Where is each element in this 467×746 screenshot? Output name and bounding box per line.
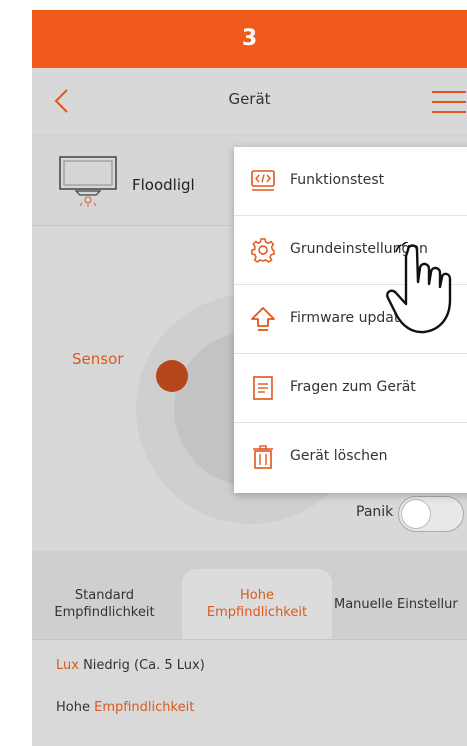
floodlight-device-icon (59, 156, 117, 207)
tab-label-line2: Empfindlichkeit (206, 605, 308, 620)
page-title: Gerät (228, 90, 271, 108)
tab-manual-settings[interactable]: Manuelle Einstellur (334, 569, 467, 639)
tab-label-line1: Standard (74, 588, 135, 603)
tab-label-line1: Hohe (240, 588, 274, 603)
menu-item-label: Fragen zum Gerät (290, 379, 416, 395)
tab-high-sensitivity[interactable]: Hohe Empfindlichkeit (182, 569, 332, 639)
arrow-up-icon (251, 307, 275, 331)
screen-frame: 3 Gerät Floodligl Sensor Panik Standard … (32, 10, 467, 746)
sensitivity-info: Hohe Empfindlichkeit (56, 700, 194, 715)
trash-icon (253, 445, 273, 469)
gear-icon (251, 238, 275, 263)
sensor-handle[interactable] (156, 360, 188, 392)
panik-toggle-knob (401, 499, 431, 529)
document-icon (253, 376, 273, 400)
lux-value: Niedrig (Ca. 5 Lux) (78, 658, 205, 673)
code-icon (251, 170, 275, 191)
sensitivity-tabs: Standard Empfindlichkeit Hohe Empfindlic… (32, 551, 467, 640)
tab-standard-sensitivity[interactable]: Standard Empfindlichkeit (32, 569, 177, 639)
sensor-label: Sensor (72, 350, 124, 368)
nav-bar: Gerät (32, 68, 467, 135)
panik-label: Panik (356, 504, 394, 520)
step-number: 3 (241, 26, 258, 51)
menu-item-label: Funktionstest (290, 172, 385, 188)
sensitivity-value: Empfindlichkeit (94, 700, 195, 715)
lux-prefix: Lux (56, 658, 79, 673)
panik-toggle[interactable] (398, 496, 464, 532)
menu-item-funktionstest[interactable]: Funktionstest (234, 147, 467, 216)
step-banner: 3 (32, 10, 467, 68)
info-panel: Lux Niedrig (Ca. 5 Lux) Hohe Empfindlich… (32, 640, 467, 746)
hamburger-menu-icon[interactable] (432, 90, 466, 114)
lux-info: Lux Niedrig (Ca. 5 Lux) (56, 658, 205, 673)
sensitivity-prefix: Hohe (56, 700, 95, 715)
tab-label-line1: Manuelle Einstellur (334, 597, 458, 612)
device-name: Floodligl (132, 176, 195, 194)
tab-label-line2: Empfindlichkeit (54, 605, 155, 620)
menu-item-fragen-zum-geraet[interactable]: Fragen zum Gerät (234, 354, 467, 423)
pointing-hand-icon (386, 242, 452, 334)
menu-item-label: Gerät löschen (290, 448, 388, 464)
menu-item-geraet-loeschen[interactable]: Gerät löschen (234, 423, 467, 492)
